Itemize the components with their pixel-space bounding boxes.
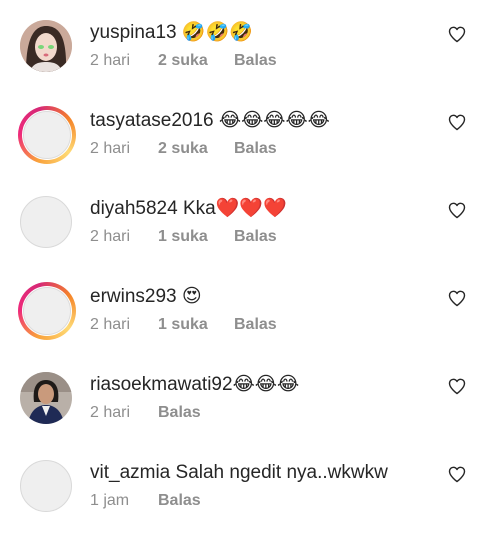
heart-icon[interactable] <box>447 288 467 308</box>
timestamp: 2 hari <box>90 140 131 157</box>
comment-text-line: yuspina13 🤣🤣🤣 <box>90 18 253 48</box>
reply-button[interactable]: Balas <box>234 226 277 248</box>
avatar[interactable] <box>20 460 72 512</box>
heart-icon[interactable] <box>447 112 467 132</box>
comment-text: 😍 <box>181 286 202 307</box>
comment-meta: 2 hari 2 suka Balas <box>90 50 277 72</box>
like-count[interactable]: 2 suka <box>158 50 234 72</box>
reply-button[interactable]: Balas <box>234 50 277 72</box>
username[interactable]: tasyatase2016 <box>90 110 214 131</box>
comment-meta: 2 hari 1 suka Balas <box>90 226 277 248</box>
comment-text-line: riasoekmawati92😂😂😂 <box>90 370 299 400</box>
comment-text-line: tasyatase2016 😂😂😂😂😂 <box>90 106 330 136</box>
comment-item: diyah5824 Kka❤️❤️❤️ 2 hari 1 suka Balas <box>0 194 495 282</box>
avatar[interactable] <box>20 372 72 424</box>
comment-text: 😂😂😂 <box>232 374 300 395</box>
comment-item: erwins293 😍 2 hari 1 suka Balas <box>0 282 495 370</box>
comment-meta: 2 hari 2 suka Balas <box>90 138 277 160</box>
comment-text: Salah ngedit nya..wkwkw <box>175 462 388 483</box>
comment-text-line: erwins293 😍 <box>90 282 202 312</box>
comment-item: tasyatase2016 😂😂😂😂😂 2 hari 2 suka Balas <box>0 106 495 194</box>
timestamp: 2 hari <box>90 404 131 421</box>
username[interactable]: riasoekmawati92 <box>90 374 233 395</box>
heart-icon[interactable] <box>447 376 467 396</box>
username[interactable]: erwins293 <box>90 286 177 307</box>
like-count[interactable]: 1 suka <box>158 226 234 248</box>
avatar-placeholder <box>23 111 71 159</box>
reply-button[interactable]: Balas <box>234 314 277 336</box>
username[interactable]: diyah5824 <box>90 198 178 219</box>
comment-item: riasoekmawati92😂😂😂 2 hari Balas <box>0 370 495 458</box>
avatar-image <box>20 20 72 72</box>
avatar-placeholder <box>23 287 71 335</box>
comment-text-line: vit_azmia Salah ngedit nya..wkwkw <box>90 458 388 488</box>
avatar-inner <box>22 286 72 336</box>
timestamp: 2 hari <box>90 52 131 69</box>
avatar-inner <box>22 110 72 160</box>
comment-text: 😂😂😂😂😂 <box>218 110 330 131</box>
comment-text-line: diyah5824 Kka❤️❤️❤️ <box>90 194 287 224</box>
comment-text: Kka❤️❤️❤️ <box>182 198 287 219</box>
avatar[interactable] <box>20 20 72 72</box>
avatar[interactable] <box>20 196 72 248</box>
heart-icon[interactable] <box>447 464 467 484</box>
comment-meta: 2 hari 1 suka Balas <box>90 314 277 336</box>
reply-button[interactable]: Balas <box>234 138 277 160</box>
reply-button[interactable]: Balas <box>158 402 201 424</box>
comment-item: vit_azmia Salah ngedit nya..wkwkw 1 jam B… <box>0 458 495 546</box>
avatar[interactable] <box>18 106 76 164</box>
username[interactable]: vit_azmia <box>90 462 170 483</box>
heart-icon[interactable] <box>447 200 467 220</box>
like-count[interactable]: 2 suka <box>158 138 234 160</box>
avatar[interactable] <box>18 282 76 340</box>
username[interactable]: yuspina13 <box>90 22 177 43</box>
like-count[interactable]: 1 suka <box>158 314 234 336</box>
comment-text: 🤣🤣🤣 <box>181 22 253 43</box>
comment-item: yuspina13 🤣🤣🤣 2 hari 2 suka Balas <box>0 18 495 106</box>
comment-meta: 2 hari Balas <box>90 402 201 424</box>
timestamp: 1 jam <box>90 492 130 509</box>
reply-button[interactable]: Balas <box>158 490 201 512</box>
timestamp: 2 hari <box>90 228 131 245</box>
comment-meta: 1 jam Balas <box>90 490 201 512</box>
timestamp: 2 hari <box>90 316 131 333</box>
avatar-image <box>20 372 72 424</box>
heart-icon[interactable] <box>447 24 467 44</box>
